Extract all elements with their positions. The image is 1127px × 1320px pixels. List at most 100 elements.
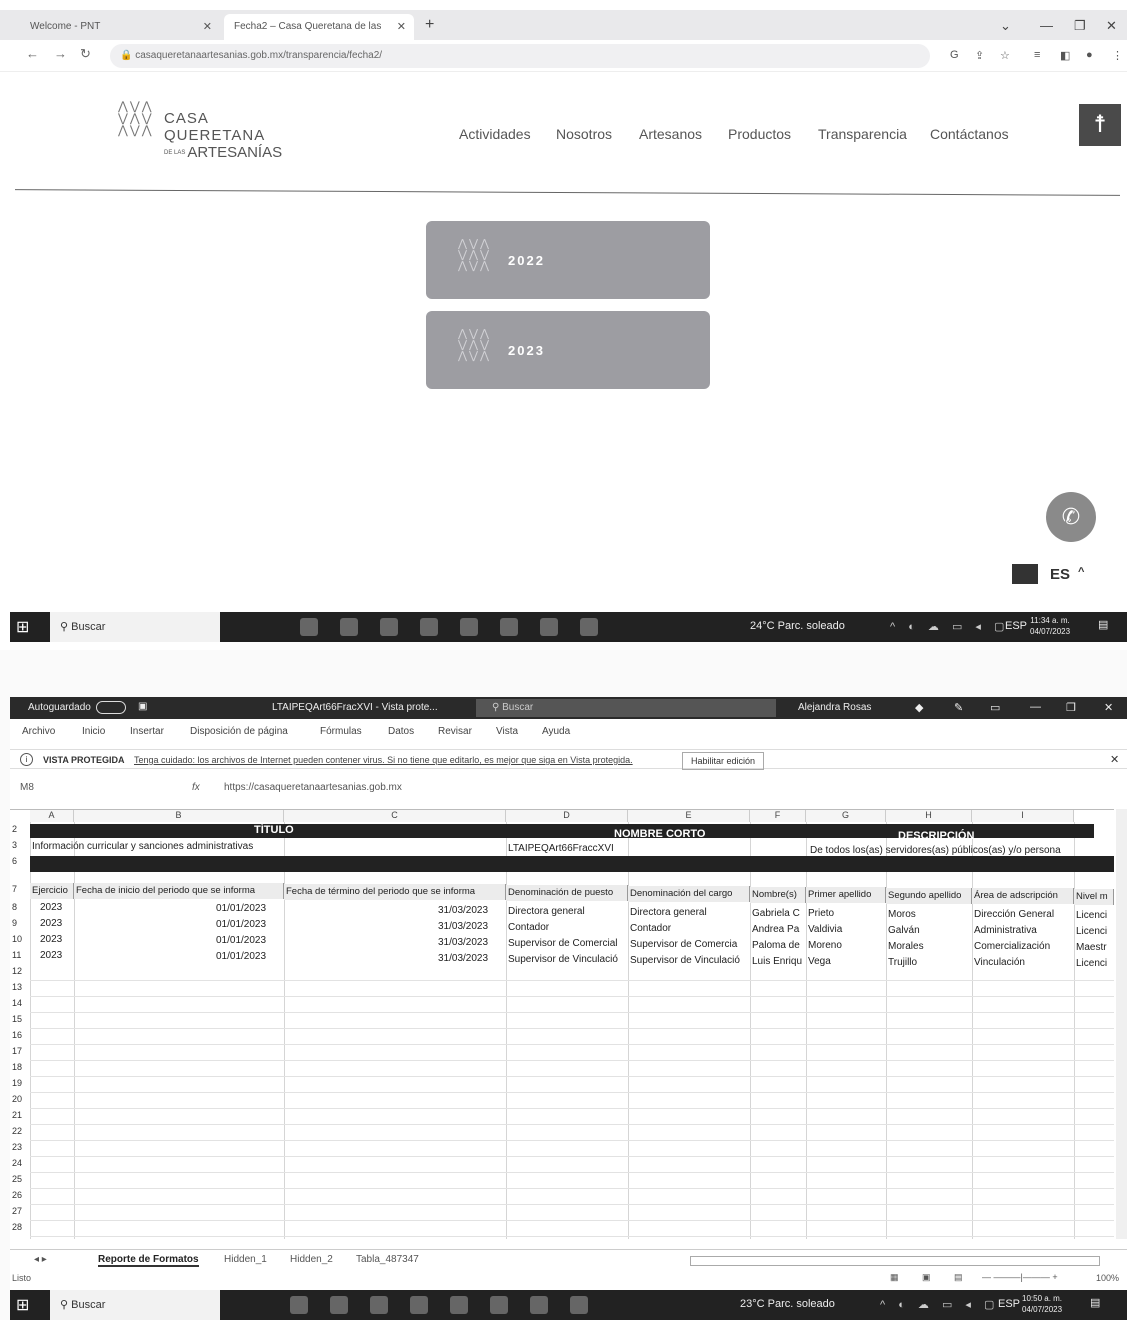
notifications-icon[interactable]: ▤ bbox=[1090, 1296, 1100, 1309]
excel-icon[interactable] bbox=[580, 618, 598, 636]
weather-widget[interactable]: 23°C Parc. soleado bbox=[740, 1298, 835, 1310]
forward-icon[interactable]: → bbox=[54, 46, 67, 61]
nav-contactanos[interactable]: Contáctanos bbox=[930, 126, 1009, 142]
ribbon-tab-vista[interactable]: Vista bbox=[496, 726, 518, 737]
row-number[interactable]: 11 bbox=[10, 950, 30, 960]
row-number[interactable]: 23 bbox=[10, 1142, 30, 1152]
column-header[interactable]: I bbox=[972, 810, 1074, 822]
scroll-tabs-left-icon[interactable]: ◂ ▸ bbox=[34, 1254, 47, 1265]
header-cell[interactable]: Fecha de término del periodo que se info… bbox=[284, 884, 506, 900]
ribbon-tab-inicio[interactable]: Inicio bbox=[82, 726, 105, 737]
row-number[interactable]: 25 bbox=[10, 1174, 30, 1184]
row-number[interactable]: 8 bbox=[10, 902, 30, 912]
header-cell[interactable]: Primer apellido bbox=[806, 887, 886, 903]
sheet-tab-hidden1[interactable]: Hidden_1 bbox=[224, 1254, 267, 1265]
cell-titulo-value[interactable]: Información curricular y sanciones admin… bbox=[32, 841, 502, 852]
clock[interactable]: 11:34 a. m. 04/07/2023 bbox=[1030, 615, 1070, 637]
row-number[interactable]: 21 bbox=[10, 1110, 30, 1120]
row-number[interactable]: 9 bbox=[10, 918, 30, 928]
column-header[interactable]: G bbox=[806, 810, 886, 822]
minimize-icon[interactable]: — bbox=[1040, 18, 1053, 33]
save-icon[interactable]: ▣ bbox=[138, 701, 147, 712]
column-header[interactable]: E bbox=[628, 810, 750, 822]
system-tray-icons[interactable]: ^ ◐ ☁ ▭ ◂ ▢ bbox=[890, 620, 1009, 633]
taskbar-search[interactable]: ⚲ Buscar bbox=[50, 612, 220, 642]
word-icon[interactable] bbox=[420, 618, 438, 636]
row-number[interactable]: 19 bbox=[10, 1078, 30, 1088]
profile-icon[interactable]: ● bbox=[1086, 49, 1093, 61]
edge-icon[interactable] bbox=[330, 1296, 348, 1314]
sheet-tab-hidden2[interactable]: Hidden_2 bbox=[290, 1254, 333, 1265]
close-icon[interactable]: ✕ bbox=[1110, 753, 1119, 766]
explorer-icon[interactable] bbox=[380, 618, 398, 636]
explorer-icon[interactable] bbox=[370, 1296, 388, 1314]
row-number[interactable]: 3 bbox=[10, 840, 30, 850]
row-number[interactable]: 22 bbox=[10, 1126, 30, 1136]
close-icon[interactable]: ✕ bbox=[397, 20, 406, 33]
edge-icon[interactable] bbox=[340, 618, 358, 636]
formula-input[interactable]: https://casaqueretanaartesanias.gob.mx bbox=[224, 782, 402, 793]
sheet-tab-tabla[interactable]: Tabla_487347 bbox=[356, 1254, 419, 1265]
sidebar-icon[interactable]: ◧ bbox=[1060, 49, 1070, 62]
header-cell[interactable]: Segundo apellido bbox=[886, 888, 972, 904]
ribbon-tab-ayuda[interactable]: Ayuda bbox=[542, 726, 570, 737]
browser-tab-fecha2[interactable]: Fecha2 – Casa Queretana de las ✕ bbox=[224, 14, 414, 40]
cell-nombre-corto-value[interactable]: LTAIPEQArt66FraccXVI bbox=[508, 843, 798, 854]
spreadsheet-grid[interactable]: A B C D E F G H I 2 3 6 7 8 9 10 11 12 1… bbox=[10, 809, 1114, 1239]
new-tab-icon[interactable]: + bbox=[425, 16, 434, 34]
ribbon-display-icon[interactable]: ▭ bbox=[990, 701, 1000, 714]
windows-start-icon[interactable]: ⊞ bbox=[16, 1295, 38, 1315]
google-icon[interactable]: G bbox=[950, 49, 959, 61]
cell-descripcion-value[interactable]: De todos los(as) servidores(as) públicos… bbox=[810, 845, 1074, 856]
sheet-tab-reporte[interactable]: Reporte de Formatos bbox=[98, 1254, 199, 1267]
minimize-icon[interactable]: — bbox=[1030, 701, 1041, 713]
nav-actividades[interactable]: Actividades bbox=[459, 126, 531, 142]
task-view-icon[interactable] bbox=[290, 1296, 308, 1314]
row-number[interactable]: 12 bbox=[10, 966, 30, 976]
row-number[interactable]: 16 bbox=[10, 1030, 30, 1040]
star-icon[interactable]: ☆ bbox=[1000, 49, 1010, 62]
row-number[interactable]: 15 bbox=[10, 1014, 30, 1024]
taskbar-search[interactable]: ⚲ Buscar bbox=[50, 1290, 220, 1320]
ribbon-tab-insertar[interactable]: Insertar bbox=[130, 726, 164, 737]
site-logo[interactable]: ⋀⋁⋀ ⋁⋀⋁ ⋀⋁⋀ CASA QUERETANA DE LAS ARTESANÍA… bbox=[118, 100, 318, 162]
row-number[interactable]: 27 bbox=[10, 1206, 30, 1216]
close-window-icon[interactable]: ✕ bbox=[1104, 701, 1113, 714]
app-icon[interactable] bbox=[450, 1296, 468, 1314]
system-tray-icons[interactable]: ^ ◐ ☁ ▭ ◂ ▢ bbox=[880, 1298, 999, 1311]
header-cell[interactable]: Nivel m bbox=[1074, 889, 1114, 905]
row-number[interactable]: 18 bbox=[10, 1062, 30, 1072]
enable-editing-button[interactable]: Habilitar edición bbox=[682, 752, 765, 770]
url-input[interactable]: 🔒 casaqueretanaartesanias.gob.mx/transpa… bbox=[110, 44, 930, 68]
column-header[interactable]: D bbox=[506, 810, 628, 822]
row-number[interactable]: 14 bbox=[10, 998, 30, 1008]
page-layout-icon[interactable]: ▣ bbox=[922, 1272, 931, 1283]
back-icon[interactable]: ← bbox=[26, 46, 39, 61]
vertical-scrollbar[interactable] bbox=[1116, 809, 1127, 1239]
name-box[interactable]: M8 bbox=[20, 782, 34, 793]
menu-icon[interactable]: ⋮ bbox=[1112, 49, 1123, 62]
header-cell[interactable]: Ejercicio bbox=[30, 883, 74, 899]
nav-nosotros[interactable]: Nosotros bbox=[556, 126, 612, 142]
row-number[interactable]: 7 bbox=[10, 884, 30, 894]
chrome-icon[interactable] bbox=[500, 618, 518, 636]
language-selector[interactable]: ES ^ bbox=[1012, 560, 1112, 590]
header-cell[interactable]: Fecha de inicio del periodo que se infor… bbox=[74, 883, 284, 899]
diamond-icon[interactable]: ◆ bbox=[915, 701, 923, 714]
protected-view-link[interactable]: Tenga cuidado: los archivos de Internet … bbox=[134, 755, 633, 765]
horizontal-scrollbar[interactable] bbox=[690, 1256, 1100, 1266]
column-header[interactable]: B bbox=[74, 810, 284, 822]
nav-productos[interactable]: Productos bbox=[728, 126, 791, 142]
year-2023-button[interactable]: ⋀⋁⋀ ⋁⋀⋁ ⋀⋁⋀ 2023 bbox=[426, 311, 710, 389]
ribbon-tab-revisar[interactable]: Revisar bbox=[438, 726, 472, 737]
excel-icon[interactable] bbox=[570, 1296, 588, 1314]
ribbon-tab-archivo[interactable]: Archivo bbox=[22, 726, 55, 737]
accessibility-button[interactable]: ☨ bbox=[1079, 104, 1121, 146]
zoom-slider[interactable]: — ———|——— + bbox=[982, 1272, 1058, 1282]
year-2022-button[interactable]: ⋀⋁⋀ ⋁⋀⋁ ⋀⋁⋀ 2022 bbox=[426, 221, 710, 299]
share-icon[interactable]: ⇪ bbox=[975, 49, 984, 62]
function-icon[interactable]: fx bbox=[192, 782, 200, 793]
row-number[interactable]: 20 bbox=[10, 1094, 30, 1104]
browser-tab-welcome[interactable]: Welcome - PNT ✕ bbox=[20, 14, 220, 40]
header-cell[interactable]: Nombre(s) bbox=[750, 887, 806, 903]
